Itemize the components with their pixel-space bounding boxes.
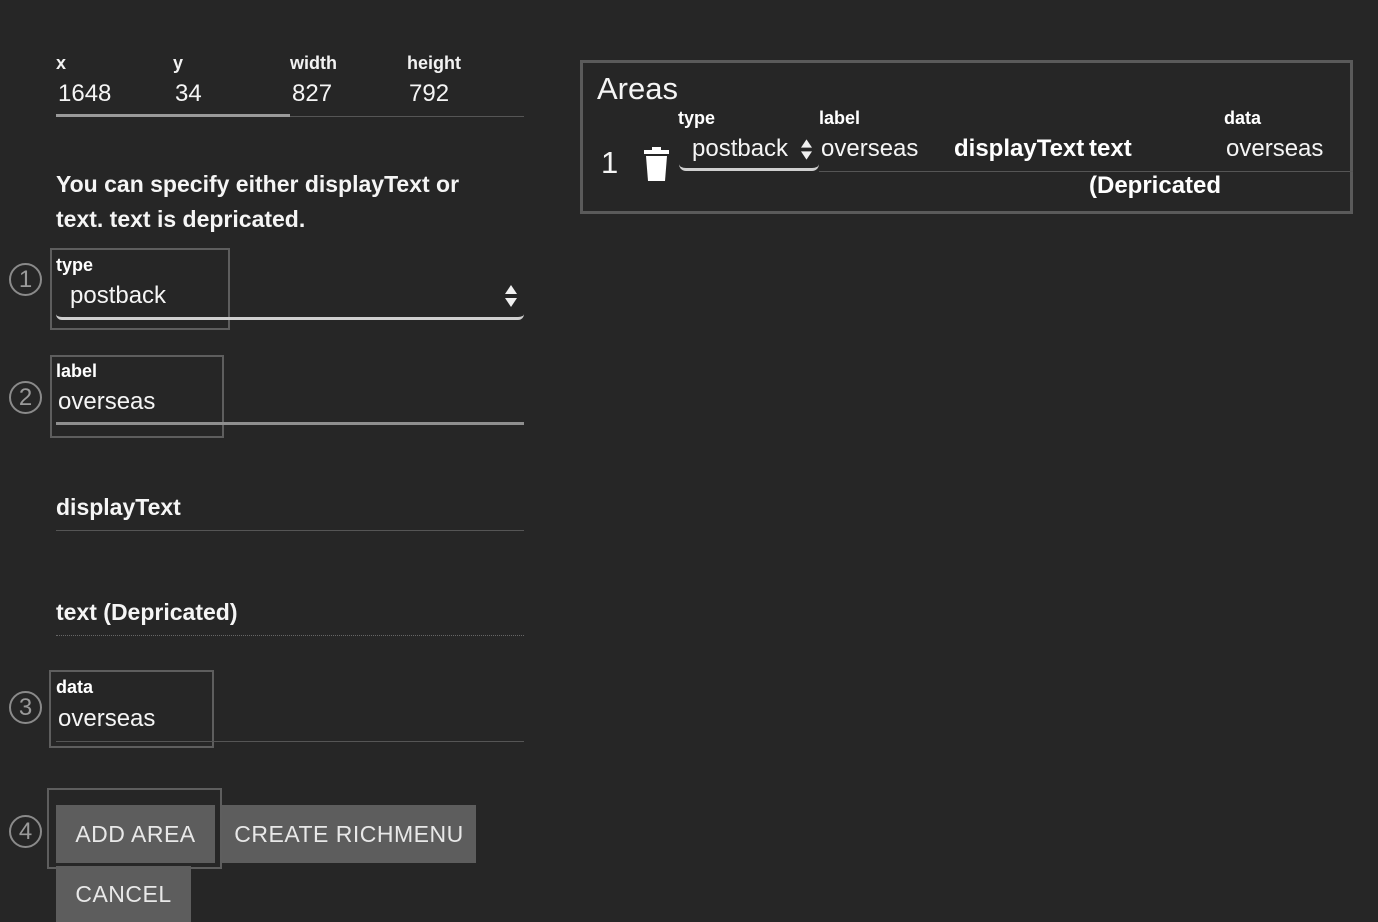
height-input[interactable]: 792 [409,80,449,108]
x-input[interactable]: 1648 [58,80,111,108]
notice-line-2: text. text is depricated. [56,206,306,232]
areas-row-underline [819,171,1353,172]
text-deprecated-input[interactable]: text (Depricated) [56,599,237,626]
focus-underline [56,114,290,117]
label-underline [56,422,524,425]
areas-row-type-value: postback [692,135,789,162]
areas-panel: Areas type label data 1 postback oversea… [580,60,1353,214]
displaytext-notice: You can specify either displayText or te… [56,167,459,237]
type-label: type [56,255,94,275]
step-marker-3: 3 [9,691,42,724]
y-label: y [173,53,184,73]
areas-row-text[interactable]: text [1089,135,1132,163]
create-richmenu-button[interactable]: CREATE RICHMENU [222,805,476,863]
cancel-button[interactable]: CANCEL [56,866,191,922]
updown-arrows-icon [801,139,812,160]
step-marker-4: 4 [9,815,42,848]
type-select[interactable]: postback [56,280,524,320]
y-input[interactable]: 34 [175,80,202,108]
type-select-value: postback [70,282,167,309]
trash-icon[interactable] [644,147,669,181]
data-input[interactable]: overseas [58,705,155,733]
width-input[interactable]: 827 [292,80,332,108]
areas-title: Areas [597,71,678,106]
areas-col-label: label [819,108,861,128]
display-text-input[interactable]: displayText [56,494,181,521]
data-underline [56,741,524,742]
areas-col-data: data [1224,108,1262,128]
step-marker-1: 1 [9,263,42,296]
areas-row-type-select[interactable]: postback [679,131,819,171]
display-text-underline [56,530,524,531]
height-label: height [407,53,461,73]
text-deprecated-underline [56,635,524,636]
updown-arrows-icon [505,285,517,307]
width-label: width [290,53,337,73]
areas-row-index: 1 [601,145,619,180]
areas-row-display-text[interactable]: displayText [954,135,1084,163]
data-label: data [56,677,94,697]
add-area-button[interactable]: ADD AREA [56,805,215,863]
notice-line-1: You can specify either displayText or [56,171,460,197]
areas-col-type: type [678,108,716,128]
label-label: label [56,361,98,381]
areas-row-data[interactable]: overseas [1226,135,1323,163]
x-label: x [56,53,67,73]
step-marker-2: 2 [9,381,42,414]
areas-row-label[interactable]: overseas [821,135,918,163]
areas-row-text-deprecated: (Depricated [1089,172,1222,199]
label-input[interactable]: overseas [58,388,155,416]
